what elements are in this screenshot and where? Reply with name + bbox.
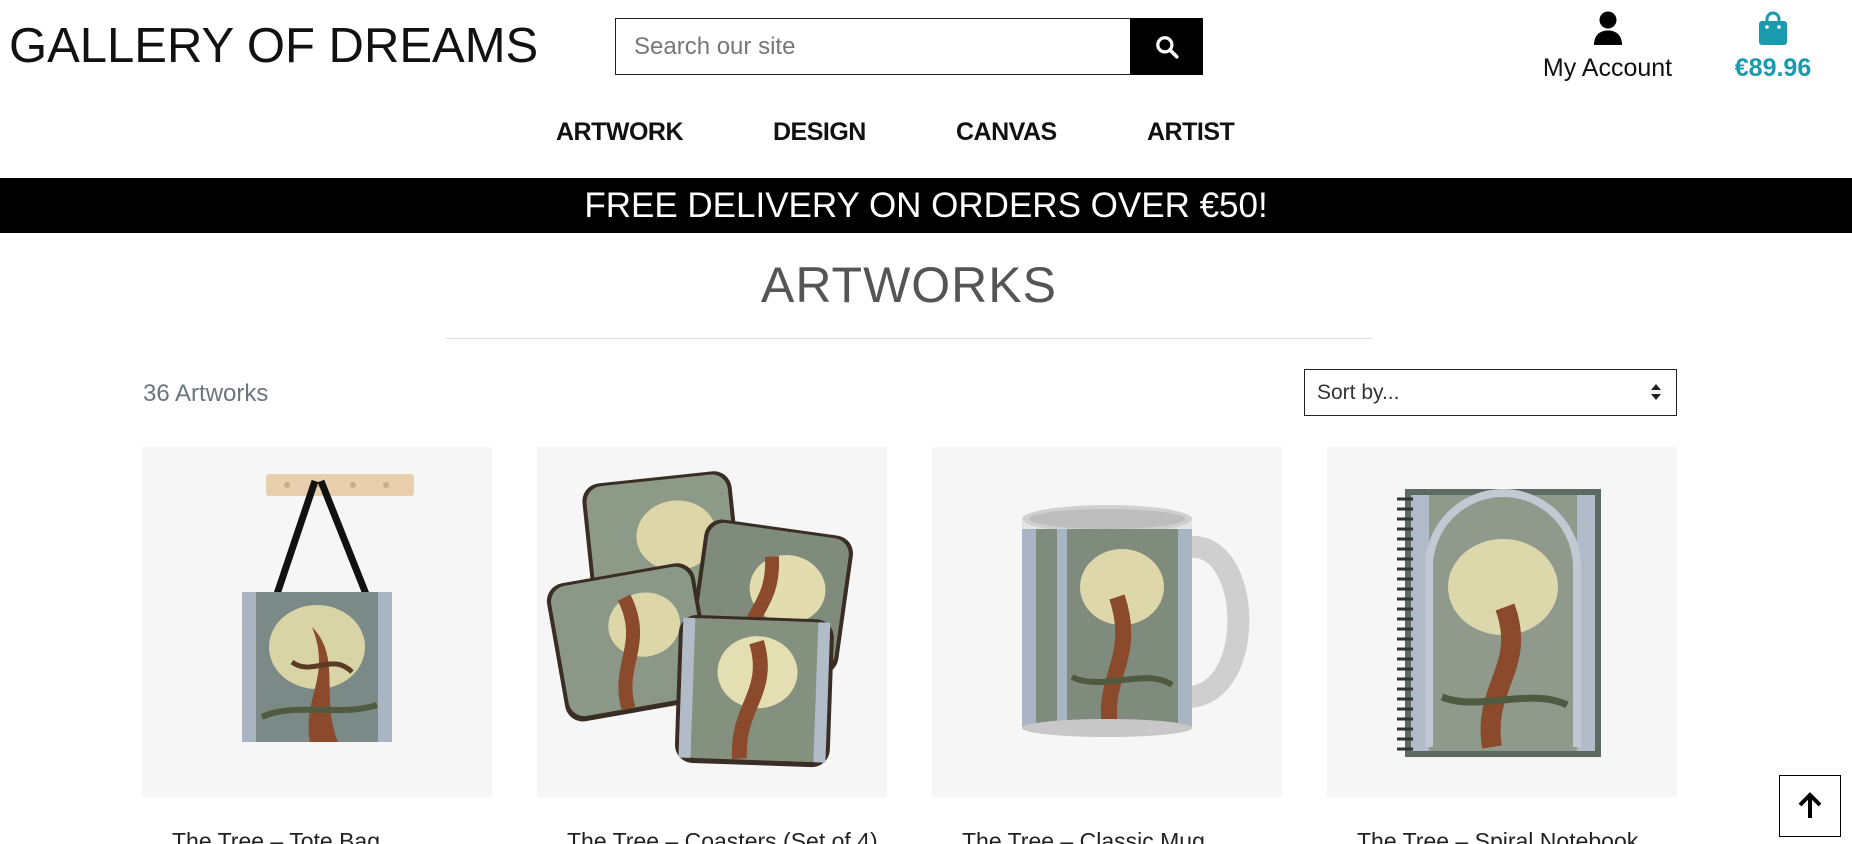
my-account-link[interactable]: My Account [1540,10,1675,83]
product-card-mug[interactable] [932,447,1282,797]
mug-image [932,447,1282,797]
product-title[interactable]: The Tree – Tote Bag [172,828,380,844]
page-title: ARTWORKS [761,257,1057,313]
delivery-banner: FREE DELIVERY ON ORDERS OVER €50! [0,178,1852,233]
notebook-image [1327,447,1677,797]
site-logo[interactable]: GALLERY OF DREAMS [9,18,538,74]
search-icon [1155,35,1179,59]
product-title[interactable]: The Tree – Coasters (Set of 4) [567,828,878,844]
product-card-notebook[interactable] [1327,447,1677,797]
title-divider [446,338,1372,339]
sort-selected-value: Sort by... [1317,381,1400,404]
coasters-image [537,447,887,797]
back-to-top-button[interactable] [1779,775,1841,837]
user-icon [1593,11,1622,45]
product-title[interactable]: The Tree – Spiral Notebook [1357,828,1638,844]
my-account-label: My Account [1542,54,1673,82]
shopping-bag-icon [1759,11,1787,45]
nav-artwork[interactable]: ARTWORK [556,118,684,147]
shopping-bag-link[interactable]: €89.96 [1728,10,1818,83]
search-form [615,18,1203,75]
bag-total: €89.96 [1734,54,1812,82]
main-nav: ARTWORK DESIGN CANVAS ARTIST [0,118,1852,158]
sort-arrows-icon [1651,384,1661,400]
tote-bag-image [142,447,492,797]
product-title[interactable]: The Tree – Classic Mug [962,828,1205,844]
sort-select[interactable]: Sort by... [1304,369,1677,416]
nav-artist[interactable]: ARTIST [1147,118,1235,147]
nav-canvas[interactable]: CANVAS [956,118,1057,147]
search-input[interactable] [615,18,1130,75]
search-button[interactable] [1130,18,1203,75]
artwork-count: 36 Artworks [143,380,269,407]
product-card-tote[interactable] [142,447,492,797]
nav-design[interactable]: DESIGN [773,118,866,147]
arrow-up-icon [1798,792,1822,818]
product-card-coasters[interactable] [537,447,887,797]
